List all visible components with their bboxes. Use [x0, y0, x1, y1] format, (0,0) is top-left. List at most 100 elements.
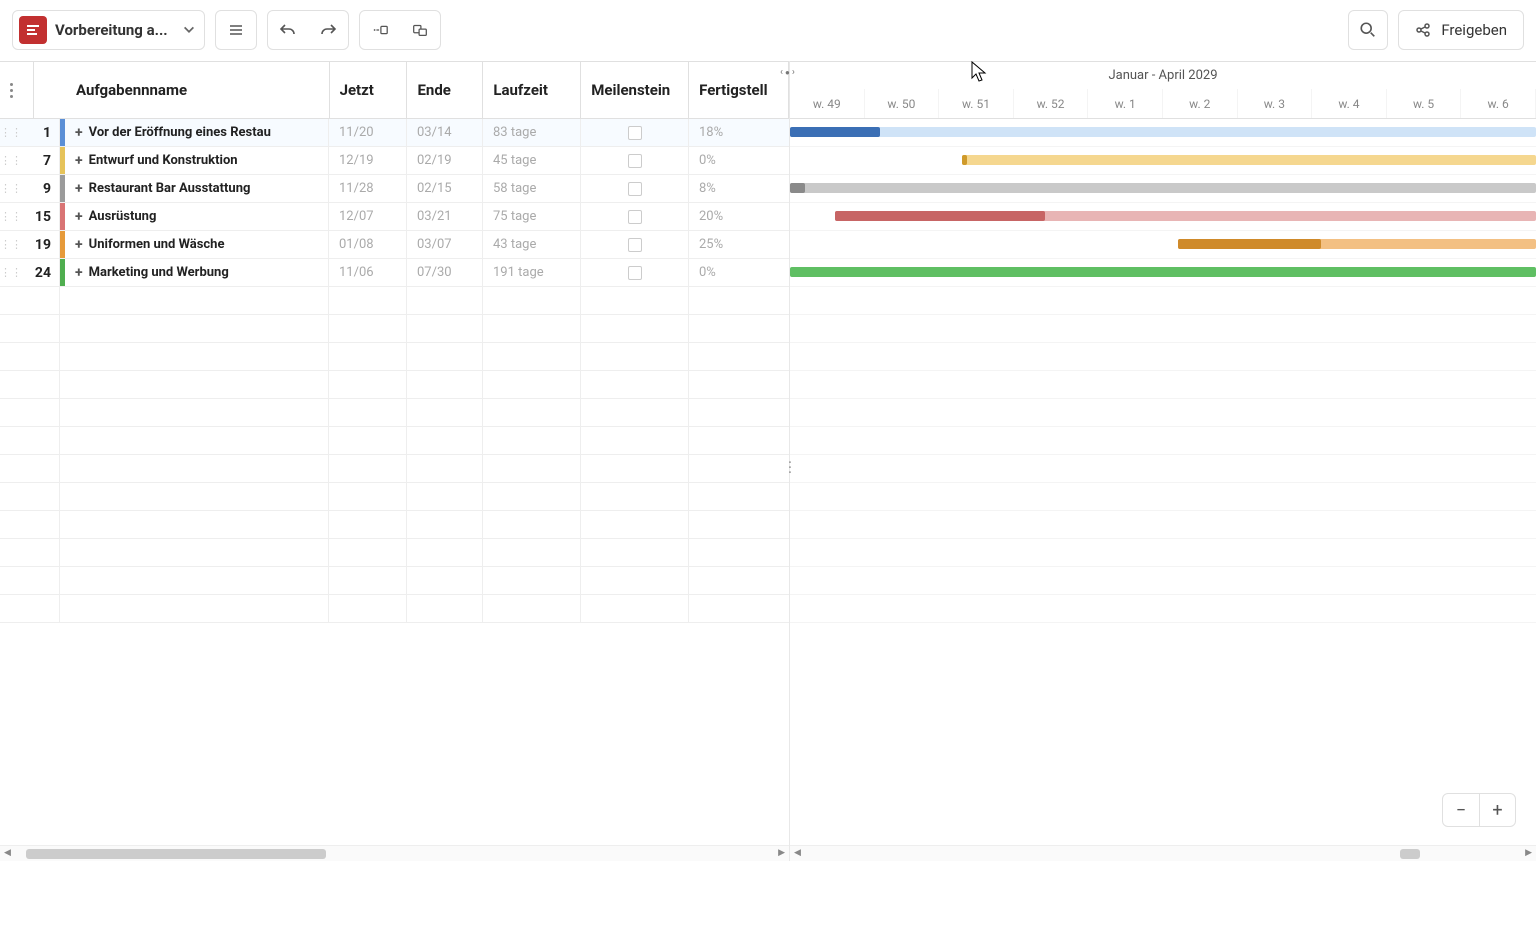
- empty-row[interactable]: [0, 511, 789, 539]
- expand-icon[interactable]: +: [75, 153, 83, 169]
- cell-taskname[interactable]: +Restaurant Bar Ausstattung: [65, 175, 329, 202]
- indent-button[interactable]: [360, 11, 400, 49]
- empty-row[interactable]: [0, 315, 789, 343]
- grid-horizontal-scrollbar[interactable]: ◀ ▶: [0, 845, 789, 861]
- empty-row[interactable]: [0, 483, 789, 511]
- timeline-week-label[interactable]: w. 4: [1312, 89, 1387, 118]
- expand-icon[interactable]: +: [75, 237, 83, 253]
- empty-grid-area[interactable]: [0, 287, 789, 623]
- gantt-empty-row[interactable]: [790, 595, 1536, 623]
- expand-icon[interactable]: +: [75, 181, 83, 197]
- col-header-end[interactable]: Ende: [407, 62, 483, 118]
- timeline-week-label[interactable]: w. 5: [1387, 89, 1462, 118]
- cell-completion[interactable]: 0%: [689, 147, 789, 174]
- cell-duration[interactable]: 83 tage: [483, 119, 581, 146]
- cell-start[interactable]: 11/20: [329, 119, 407, 146]
- table-row[interactable]: ⋮⋮ 7 +Entwurf und Konstruktion 12/19 02/…: [0, 147, 789, 175]
- cell-milestone[interactable]: [581, 175, 689, 202]
- expand-icon[interactable]: +: [75, 265, 83, 281]
- gantt-empty-row[interactable]: [790, 455, 1536, 483]
- table-row[interactable]: ⋮⋮ 15 +Ausrüstung 12/07 03/21 75 tage 20…: [0, 203, 789, 231]
- row-drag-handle-icon[interactable]: ⋮⋮: [0, 231, 22, 258]
- empty-row[interactable]: [0, 539, 789, 567]
- outdent-button[interactable]: [400, 11, 440, 49]
- cell-completion[interactable]: 20%: [689, 203, 789, 230]
- scroll-left-icon[interactable]: ◀: [4, 848, 11, 858]
- empty-row[interactable]: [0, 427, 789, 455]
- empty-row[interactable]: [0, 567, 789, 595]
- cell-milestone[interactable]: [581, 203, 689, 230]
- gantt-empty-row[interactable]: [790, 315, 1536, 343]
- gantt-empty-row[interactable]: [790, 567, 1536, 595]
- gantt-bar[interactable]: [790, 127, 1536, 137]
- empty-row[interactable]: [0, 399, 789, 427]
- gantt-row[interactable]: [790, 259, 1536, 287]
- table-row[interactable]: ⋮⋮ 1 +Vor der Eröffnung eines Restau 11/…: [0, 119, 789, 147]
- col-header-completion[interactable]: Fertigstell: [689, 62, 789, 118]
- pane-splitter[interactable]: •••: [787, 461, 793, 491]
- milestone-checkbox[interactable]: [628, 210, 642, 224]
- row-drag-handle-icon[interactable]: ⋮⋮: [0, 175, 22, 202]
- expand-icon[interactable]: +: [75, 125, 83, 141]
- cell-milestone[interactable]: [581, 231, 689, 258]
- gantt-row[interactable]: [790, 203, 1536, 231]
- zoom-in-button[interactable]: +: [1479, 794, 1515, 826]
- row-drag-handle-icon[interactable]: ⋮⋮: [0, 147, 22, 174]
- timeline-week-label[interactable]: w. 51: [939, 89, 1014, 118]
- project-dropdown-button[interactable]: [174, 11, 204, 49]
- expand-icon[interactable]: +: [75, 209, 83, 225]
- cell-duration[interactable]: 58 tage: [483, 175, 581, 202]
- row-drag-handle-icon[interactable]: ⋮⋮: [0, 259, 22, 286]
- zoom-out-button[interactable]: −: [1443, 794, 1479, 826]
- gantt-empty-row[interactable]: [790, 427, 1536, 455]
- gantt-empty-row[interactable]: [790, 287, 1536, 315]
- gantt-bar[interactable]: [790, 267, 1536, 277]
- timeline-week-label[interactable]: w. 50: [865, 89, 940, 118]
- cell-start[interactable]: 12/07: [329, 203, 407, 230]
- row-drag-handle-icon[interactable]: ⋮⋮: [0, 119, 22, 146]
- cell-taskname[interactable]: +Ausrüstung: [65, 203, 329, 230]
- scroll-right-icon[interactable]: ▶: [778, 848, 785, 858]
- cell-completion[interactable]: 25%: [689, 231, 789, 258]
- undo-button[interactable]: [268, 11, 308, 49]
- scrollbar-thumb[interactable]: [26, 849, 326, 859]
- table-row[interactable]: ⋮⋮ 24 +Marketing und Werbung 11/06 07/30…: [0, 259, 789, 287]
- range-prev-icon[interactable]: ‹: [780, 67, 783, 78]
- empty-row[interactable]: [0, 287, 789, 315]
- row-drag-handle-icon[interactable]: ⋮⋮: [0, 203, 22, 230]
- cell-completion[interactable]: 18%: [689, 119, 789, 146]
- empty-row[interactable]: [0, 343, 789, 371]
- gantt-bar[interactable]: [790, 183, 1536, 193]
- menu-button[interactable]: [216, 11, 256, 49]
- project-selector[interactable]: Vorbereitung a...: [12, 10, 205, 50]
- cell-duration[interactable]: 75 tage: [483, 203, 581, 230]
- gantt-row[interactable]: [790, 231, 1536, 259]
- milestone-checkbox[interactable]: [628, 182, 642, 196]
- gantt-empty-row[interactable]: [790, 483, 1536, 511]
- gantt-empty-row[interactable]: [790, 539, 1536, 567]
- cell-start[interactable]: 11/06: [329, 259, 407, 286]
- gantt-bar[interactable]: [835, 211, 1536, 221]
- gantt-empty-row[interactable]: [790, 399, 1536, 427]
- gantt-scroll-right-icon[interactable]: ▶: [1525, 848, 1532, 858]
- gantt-row[interactable]: [790, 175, 1536, 203]
- col-header-taskname[interactable]: Aufgabennname: [66, 62, 330, 118]
- cell-completion[interactable]: 0%: [689, 259, 789, 286]
- cell-end[interactable]: 07/30: [407, 259, 483, 286]
- cell-milestone[interactable]: [581, 147, 689, 174]
- cell-taskname[interactable]: +Entwurf und Konstruktion: [65, 147, 329, 174]
- gantt-bar[interactable]: [962, 155, 1536, 165]
- col-header-now[interactable]: Jetzt: [330, 62, 408, 118]
- timeline-week-label[interactable]: w. 1: [1088, 89, 1163, 118]
- gantt-empty-row[interactable]: [790, 511, 1536, 539]
- cell-end[interactable]: 03/21: [407, 203, 483, 230]
- table-row[interactable]: ⋮⋮ 9 +Restaurant Bar Ausstattung 11/28 0…: [0, 175, 789, 203]
- timeline-week-label[interactable]: w. 52: [1014, 89, 1089, 118]
- search-button[interactable]: [1348, 10, 1388, 50]
- cell-start[interactable]: 01/08: [329, 231, 407, 258]
- cell-duration[interactable]: 45 tage: [483, 147, 581, 174]
- timeline-week-label[interactable]: w. 6: [1461, 89, 1536, 118]
- cell-milestone[interactable]: [581, 119, 689, 146]
- milestone-checkbox[interactable]: [628, 126, 642, 140]
- gantt-body[interactable]: [790, 119, 1536, 623]
